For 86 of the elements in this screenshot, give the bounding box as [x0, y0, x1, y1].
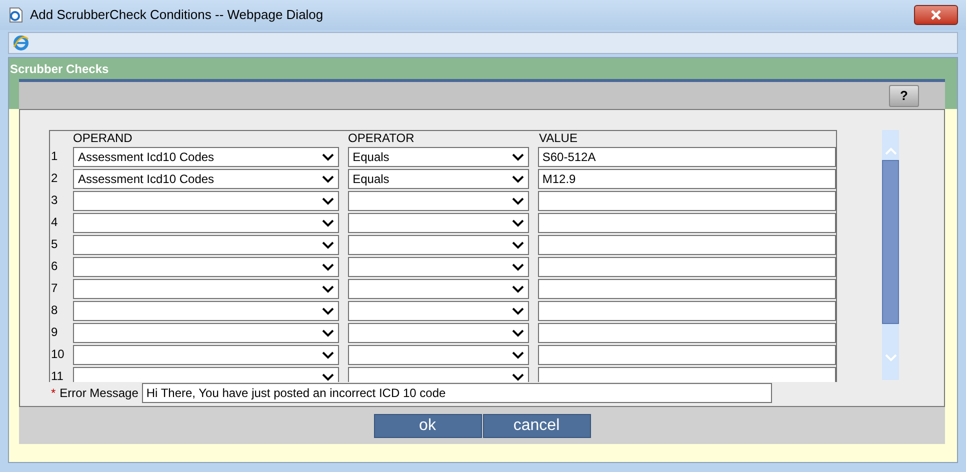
- chevron-down-icon: [512, 263, 524, 271]
- ok-button[interactable]: ok: [374, 414, 482, 438]
- row-number: 5: [50, 236, 59, 251]
- dropdown[interactable]: [348, 323, 530, 343]
- row-number: 11: [50, 368, 64, 382]
- chevron-down-icon: [322, 241, 334, 249]
- dropdown[interactable]: Equals: [348, 147, 530, 167]
- dropdown[interactable]: [72, 235, 339, 255]
- chevron-down-icon: [512, 175, 524, 183]
- scroll-up-icon: [884, 147, 896, 155]
- dropdown[interactable]: [348, 213, 530, 233]
- scroll-down-icon: [884, 354, 896, 362]
- chevron-down-icon: [512, 285, 524, 293]
- value-field[interactable]: [538, 235, 836, 255]
- row-number: 10: [50, 346, 66, 361]
- section-title: Scrubber Checks: [9, 60, 110, 78]
- row-number: 9: [50, 324, 59, 339]
- browser-icon: [13, 35, 29, 51]
- row-number: 2: [50, 170, 59, 185]
- error-message-field[interactable]: Hi There, You have just posted an incorrect ICD 10 code: [142, 383, 772, 403]
- dropdown[interactable]: [348, 191, 530, 211]
- chevron-down-icon: [322, 197, 334, 205]
- dropdown[interactable]: Assessment Icd10 Codes: [72, 147, 339, 167]
- help-button[interactable]: ?: [889, 84, 919, 106]
- window-title: Add ScrubberCheck Conditions -- Webpage Dialog: [30, 6, 324, 24]
- required-mark: *: [51, 385, 56, 402]
- dropdown[interactable]: [72, 301, 339, 321]
- chevron-down-icon: [322, 153, 334, 161]
- dropdown[interactable]: [348, 367, 530, 382]
- row-number: 3: [50, 192, 59, 207]
- dropdown[interactable]: [72, 257, 339, 277]
- value-field[interactable]: [538, 323, 836, 343]
- chevron-down-icon: [322, 175, 334, 183]
- value-field[interactable]: [538, 279, 836, 299]
- dropdown[interactable]: Equals: [348, 169, 530, 189]
- cancel-button[interactable]: cancel: [482, 414, 590, 438]
- scrollbar-thumb[interactable]: [882, 160, 899, 324]
- chevron-down-icon: [512, 307, 524, 315]
- value-field[interactable]: M12.9: [538, 169, 836, 189]
- dropdown[interactable]: [348, 279, 530, 299]
- close-button[interactable]: [914, 5, 958, 25]
- field-label: Error Message: [60, 385, 138, 402]
- dropdown[interactable]: [348, 301, 530, 321]
- row-number: 1: [50, 148, 59, 163]
- row-number: 6: [50, 258, 59, 273]
- column-header: OPERATOR: [348, 131, 416, 146]
- dropdown[interactable]: [348, 257, 530, 277]
- dropdown[interactable]: [348, 345, 530, 365]
- page-icon: [8, 7, 24, 23]
- chevron-down-icon: [512, 153, 524, 161]
- value-field[interactable]: [538, 301, 836, 321]
- chevron-down-icon: [512, 351, 524, 359]
- chevron-down-icon: [322, 373, 334, 381]
- dropdown[interactable]: [72, 367, 339, 382]
- dropdown[interactable]: [348, 235, 530, 255]
- value-field[interactable]: [538, 213, 836, 233]
- column-header: OPERAND: [73, 131, 134, 146]
- chevron-down-icon: [322, 285, 334, 293]
- value-field[interactable]: [538, 191, 836, 211]
- row-number: 8: [50, 302, 59, 317]
- value-field[interactable]: [538, 257, 836, 277]
- chevron-down-icon: [322, 219, 334, 227]
- value-field[interactable]: [538, 345, 836, 365]
- chevron-down-icon: [512, 373, 524, 381]
- dropdown[interactable]: [72, 191, 339, 211]
- scrollbar[interactable]: [882, 130, 899, 380]
- row-number: 7: [50, 280, 59, 295]
- chevron-down-icon: [322, 329, 334, 337]
- dropdown[interactable]: Assessment Icd10 Codes: [72, 169, 339, 189]
- chevron-down-icon: [512, 219, 524, 227]
- chevron-down-icon: [512, 241, 524, 249]
- chevron-down-icon: [322, 307, 334, 315]
- value-field[interactable]: [538, 367, 836, 382]
- close-icon: [930, 10, 942, 20]
- dropdown[interactable]: [72, 323, 339, 343]
- row-number: 4: [50, 214, 59, 229]
- chevron-down-icon: [322, 263, 334, 271]
- chevron-down-icon: [512, 197, 524, 205]
- address-field[interactable]: [8, 32, 958, 54]
- chevron-down-icon: [322, 351, 334, 359]
- value-field[interactable]: S60-512A: [538, 147, 836, 167]
- chevron-down-icon: [512, 329, 524, 337]
- dropdown[interactable]: [72, 345, 339, 365]
- column-header: VALUE: [539, 131, 578, 146]
- dropdown[interactable]: [72, 213, 339, 233]
- dropdown[interactable]: [72, 279, 339, 299]
